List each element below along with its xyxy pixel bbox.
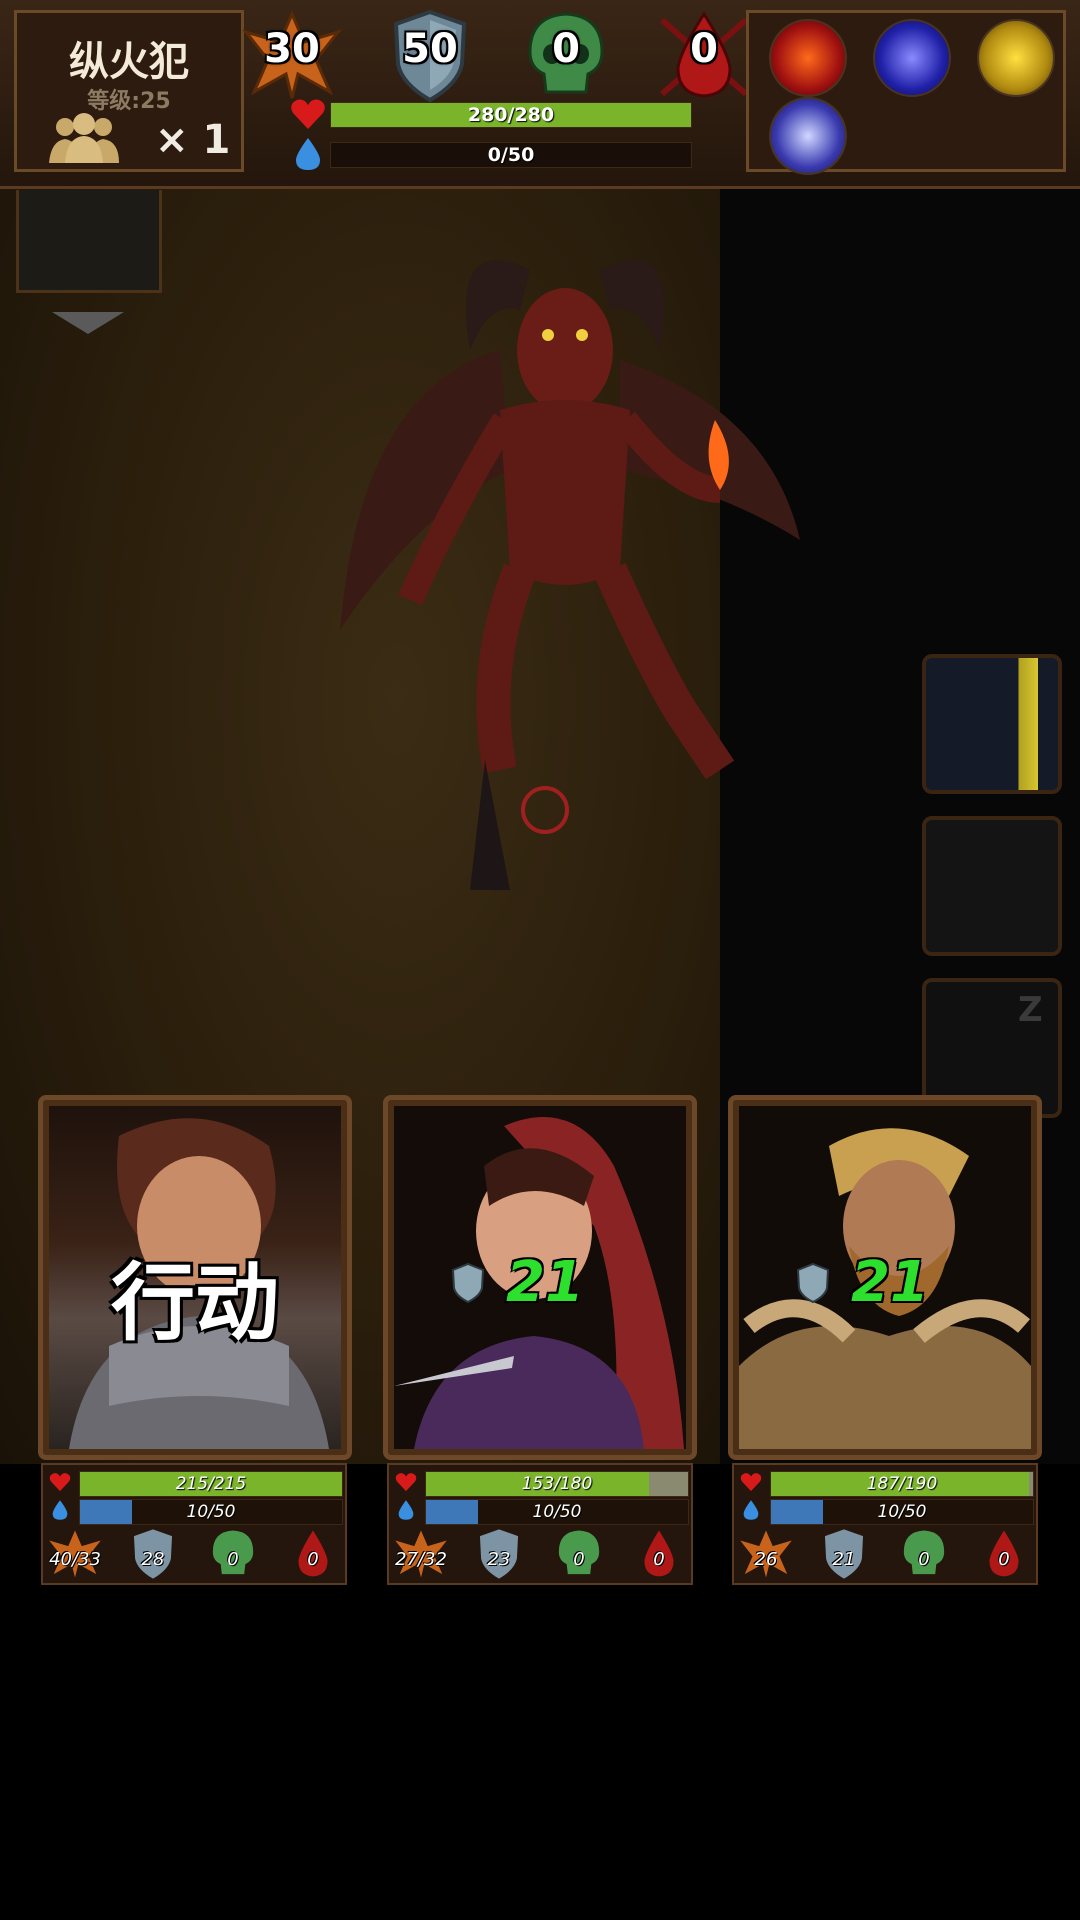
strike-skill-icon[interactable]	[977, 19, 1055, 97]
rogue-attack-value: 27/32	[395, 1549, 447, 1570]
barbarian-mp-bar: 10/50	[770, 1499, 1034, 1525]
enemy-bleed-stat: 0	[654, 8, 754, 104]
hero-portrait-barbarian: 21	[739, 1106, 1031, 1449]
enemy-mp-bar: 0/50	[330, 142, 692, 168]
warrior-attack-stat: 40/33	[47, 1527, 103, 1581]
hero-card-rogue[interactable]: 21	[383, 1095, 697, 1460]
rogue-attack-stat: 27/32	[393, 1527, 449, 1581]
rogue-bleed-value: 0	[653, 1549, 665, 1570]
enemy-skills-panel	[746, 10, 1066, 175]
enemy-info-panel[interactable]: 纵火犯 等级:25 × 1	[14, 10, 244, 172]
heart-icon	[291, 99, 325, 129]
vortex-skill-icon[interactable]	[769, 97, 847, 175]
enemy-poison-value: 0	[552, 26, 580, 72]
water-drop-icon	[52, 1500, 68, 1520]
hero-portrait-rogue: 21	[394, 1106, 686, 1449]
barbarian-hp-bar: 187/190	[770, 1471, 1034, 1497]
heart-icon	[740, 1473, 762, 1492]
barbarian-bleed-value: 0	[998, 1549, 1010, 1570]
barbarian-armor-stat: 21	[816, 1527, 872, 1581]
group-count: × 1	[155, 117, 231, 163]
shield-icon	[451, 1262, 485, 1304]
rogue-hp-text: 153/180	[521, 1474, 593, 1494]
demon-enemy-sprite[interactable]	[300, 210, 820, 950]
warrior-poison-value: 0	[227, 1549, 239, 1570]
enemy-hud: 纵火犯 等级:25 × 1 30 50 0 0 280/280 0/50	[0, 0, 1080, 189]
hero-stats-warrior: 215/215 10/50 40/33 28 0 0	[41, 1463, 347, 1585]
enemy-hp-row: 280/280	[290, 96, 695, 130]
enemy-attack-value: 30	[264, 26, 320, 72]
hero-portrait-warrior: 行动	[49, 1106, 341, 1449]
hero-stats-rogue: 153/180 10/50 27/32 23 0 0	[387, 1463, 693, 1585]
heart-icon	[395, 1473, 417, 1492]
hero-card-barbarian[interactable]: 21	[728, 1095, 1042, 1460]
water-drop-icon	[398, 1500, 414, 1520]
enemy-armor-stat: 50	[380, 8, 480, 104]
enemy-mp-text: 0/50	[487, 144, 535, 166]
door-button[interactable]	[922, 654, 1062, 794]
sleep-icon: Z	[1018, 990, 1043, 1030]
minimap[interactable]	[16, 190, 162, 293]
enemy-hp-bar: 280/280	[330, 102, 692, 128]
barbarian-bleed-stat: 0	[976, 1527, 1032, 1581]
rogue-poison-stat: 0	[551, 1527, 607, 1581]
rogue-armor-stat: 23	[471, 1527, 527, 1581]
enemy-bleed-value: 0	[690, 26, 718, 72]
lightning-skill-icon[interactable]	[873, 19, 951, 97]
water-drop-icon	[743, 1500, 759, 1520]
barbarian-mp-text: 10/50	[877, 1502, 927, 1522]
warrior-mp-text: 10/50	[186, 1502, 236, 1522]
rogue-armor-value: 23	[487, 1549, 511, 1570]
action-label: 行动	[110, 1254, 279, 1352]
warrior-bleed-stat: 0	[285, 1527, 341, 1581]
enemy-level: 等级:25	[87, 89, 171, 114]
enemy-poison-stat: 0	[516, 8, 616, 104]
enemy-hp-text: 280/280	[467, 104, 555, 126]
barbarian-poison-stat: 0	[896, 1527, 952, 1581]
rogue-hp-bar: 153/180	[425, 1471, 689, 1497]
enemy-attack-stat: 30	[242, 8, 342, 104]
barbarian-armor-value: 21	[832, 1549, 856, 1570]
warrior-hp-text: 215/215	[175, 1474, 247, 1494]
water-drop-icon	[296, 138, 320, 170]
warrior-bleed-value: 0	[307, 1549, 319, 1570]
rogue-mp-bar: 10/50	[425, 1499, 689, 1525]
warrior-hp-bar: 215/215	[79, 1471, 343, 1497]
enemy-name: 纵火犯	[69, 39, 189, 85]
chevron-down-icon[interactable]	[52, 312, 124, 334]
hero-stats-barbarian: 187/190 10/50 26 21 0 0	[732, 1463, 1038, 1585]
enemy-mp-row: 0/50	[290, 136, 695, 170]
rogue-poison-value: 0	[573, 1549, 585, 1570]
barbarian-poison-value: 0	[918, 1549, 930, 1570]
rogue-mp-text: 10/50	[532, 1502, 582, 1522]
warrior-poison-stat: 0	[205, 1527, 261, 1581]
barbarian-armor-overlay: 21	[851, 1250, 929, 1315]
heart-icon	[49, 1473, 71, 1492]
rogue-armor-overlay: 21	[506, 1250, 584, 1315]
camp-button[interactable]	[922, 816, 1062, 956]
warrior-attack-value: 40/33	[49, 1549, 101, 1570]
hero-card-warrior[interactable]: 行动	[38, 1095, 352, 1460]
rogue-bleed-stat: 0	[631, 1527, 687, 1581]
fire-swirl-skill-icon[interactable]	[769, 19, 847, 97]
barbarian-attack-value: 26	[754, 1549, 778, 1570]
enemy-armor-value: 50	[402, 26, 458, 72]
group-icon	[49, 113, 119, 163]
warrior-mp-bar: 10/50	[79, 1499, 343, 1525]
barbarian-attack-stat: 26	[738, 1527, 794, 1581]
warrior-armor-stat: 28	[125, 1527, 181, 1581]
barbarian-hp-text: 187/190	[866, 1474, 938, 1494]
warrior-armor-value: 28	[141, 1549, 165, 1570]
shield-icon	[796, 1262, 830, 1304]
